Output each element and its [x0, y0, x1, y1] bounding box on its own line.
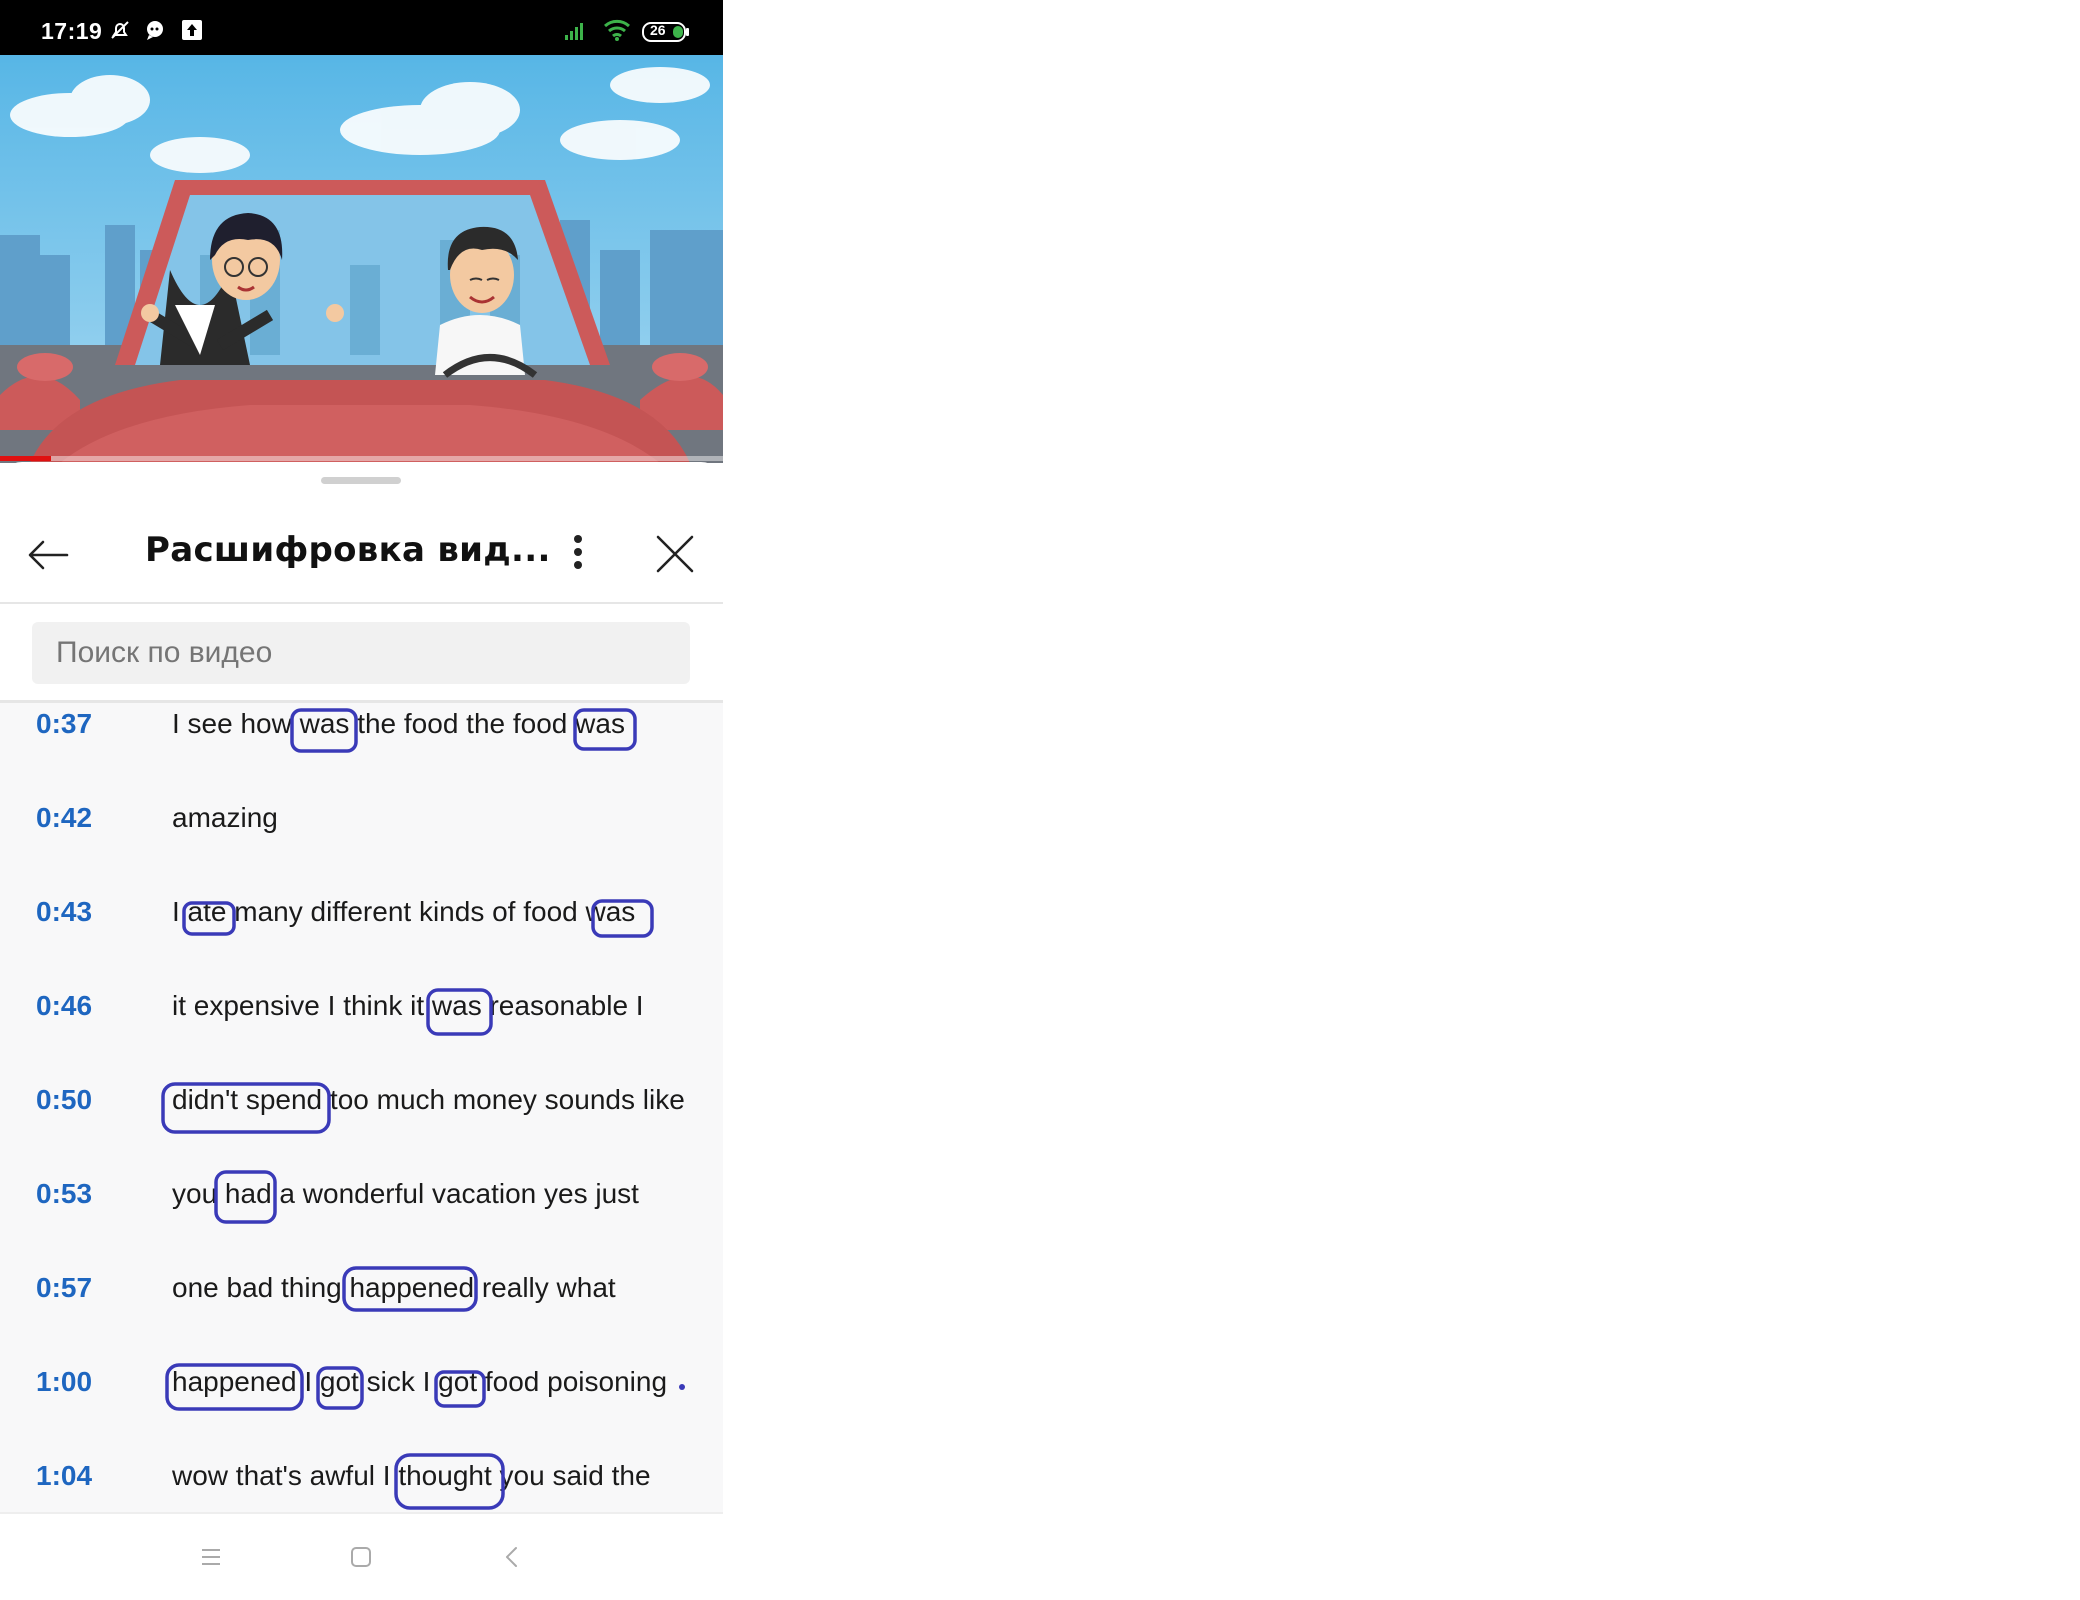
system-nav-bar: [0, 1512, 723, 1600]
close-icon[interactable]: [650, 529, 700, 579]
transcript-row[interactable]: 0:57 one bad thing happened really what: [0, 1272, 723, 1366]
video-player[interactable]: [0, 55, 723, 463]
segment-timestamp[interactable]: 0:43: [36, 896, 92, 928]
segment-timestamp[interactable]: 0:57: [36, 1272, 92, 1304]
wifi-icon: [604, 19, 630, 41]
upload-icon: [182, 20, 202, 40]
transcript-panel: Расшифровка вид... 0:37 I see how was th…: [0, 462, 723, 1512]
home-square-icon[interactable]: [344, 1540, 378, 1574]
menu-icon[interactable]: [194, 1540, 228, 1574]
search-input[interactable]: [32, 622, 690, 684]
signal-icon: [565, 23, 583, 40]
arrow-left-icon[interactable]: [25, 530, 75, 580]
chat-icon: [147, 21, 163, 40]
status-bar: 17:19 26: [0, 0, 723, 55]
segment-timestamp[interactable]: 0:42: [36, 802, 92, 834]
segment-text: I ate many different kinds of food was: [172, 896, 636, 927]
transcript-row[interactable]: 0:50 didn't spend too much money sounds …: [0, 1084, 723, 1178]
search-area: [0, 604, 723, 703]
drag-handle[interactable]: [321, 477, 401, 484]
video-frame: [0, 55, 723, 463]
segment-timestamp[interactable]: 0:37: [36, 708, 92, 740]
segment-timestamp[interactable]: 1:00: [36, 1366, 92, 1398]
segment-text: it expensive I think it was reasonable I: [172, 990, 644, 1021]
panel-title: Расшифровка вид...: [145, 530, 551, 570]
segment-timestamp[interactable]: 0:53: [36, 1178, 92, 1210]
segment-timestamp[interactable]: 0:50: [36, 1084, 92, 1116]
transcript-row[interactable]: 0:43 I ate many different kinds of food …: [0, 896, 723, 990]
video-progress-fill: [0, 456, 51, 461]
segment-timestamp[interactable]: 0:46: [36, 990, 92, 1022]
transcript-row[interactable]: 0:37 I see how was the food the food was: [0, 708, 723, 802]
segment-text: amazing: [172, 802, 278, 833]
transcript-row[interactable]: 1:04 wow that's awful I thought you said…: [0, 1460, 723, 1512]
transcript-list: 0:37 I see how was the food the food was…: [0, 703, 723, 1512]
segment-text: one bad thing happened really what: [172, 1272, 616, 1303]
video-progress-bar[interactable]: [0, 456, 723, 461]
mute-bell-icon: [111, 21, 129, 39]
status-time: 17:19: [41, 18, 103, 44]
segment-text: happened I got sick I got food poisoning: [172, 1366, 668, 1397]
more-vertical-icon[interactable]: [560, 527, 596, 577]
transcript-row[interactable]: 1:00 happened I got sick I got food pois…: [0, 1366, 723, 1460]
segment-timestamp[interactable]: 1:04: [36, 1460, 92, 1492]
transcript-row[interactable]: 0:42 amazing: [0, 802, 723, 896]
segment-text: I see how was the food the food was: [172, 708, 625, 739]
chevron-left-icon[interactable]: [495, 1540, 529, 1574]
transcript-row[interactable]: 0:46 it expensive I think it was reasona…: [0, 990, 723, 1084]
transcript-row[interactable]: 0:53 you had a wonderful vacation yes ju…: [0, 1178, 723, 1272]
segment-text: didn't spend too much money sounds like: [172, 1084, 685, 1115]
segment-text: wow that's awful I thought you said the: [172, 1460, 651, 1491]
panel-header: Расшифровка вид...: [0, 502, 723, 604]
phone-screen: 17:19 26 Расшифровка вид... Поиск по вид…: [0, 0, 723, 1600]
battery-level: 26: [650, 22, 666, 38]
segment-text: you had a wonderful vacation yes just: [172, 1178, 639, 1209]
